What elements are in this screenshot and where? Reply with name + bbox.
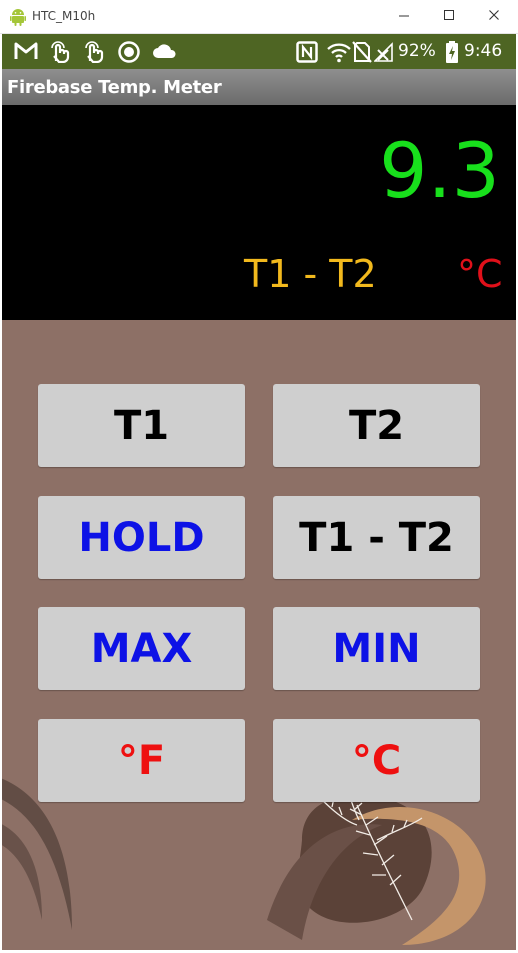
min-button[interactable]: MIN <box>273 607 480 690</box>
nfc-icon <box>296 41 318 68</box>
minimize-icon <box>399 15 409 17</box>
minimize-button[interactable] <box>389 4 419 28</box>
no-signal-icon <box>373 41 394 68</box>
battery-charging-icon <box>445 41 459 68</box>
touch-icon <box>48 41 72 68</box>
touch-icon <box>82 41 106 68</box>
clock: 9:46 <box>464 41 503 61</box>
android-icon <box>10 8 26 26</box>
temperature-reading: 9.3 <box>379 126 500 215</box>
window-title: HTC_M10h <box>32 9 96 23</box>
window-title-bar: HTC_M10h <box>0 0 518 34</box>
t1-minus-t2-button[interactable]: T1 - T2 <box>273 496 480 579</box>
app-title: Firebase Temp. Meter <box>7 77 222 98</box>
wifi-icon <box>326 41 352 68</box>
temperature-unit: °C <box>457 252 503 296</box>
status-bar: 92% 9:46 <box>2 34 516 69</box>
record-icon <box>118 41 140 68</box>
device-screen: 92% 9:46 Firebase Temp. Meter 9.3 T1 - T… <box>2 34 516 950</box>
measurement-mode: T1 - T2 <box>244 252 377 296</box>
t1-button[interactable]: T1 <box>38 384 245 467</box>
close-button[interactable] <box>479 4 509 28</box>
t2-button[interactable]: T2 <box>273 384 480 467</box>
hold-button[interactable]: HOLD <box>38 496 245 579</box>
temperature-display: 9.3 T1 - T2 °C <box>2 105 516 320</box>
close-icon <box>489 10 499 20</box>
maximize-icon <box>444 10 454 20</box>
max-button[interactable]: MAX <box>38 607 245 690</box>
maximize-button[interactable] <box>434 4 464 28</box>
app-bar: Firebase Temp. Meter <box>2 69 516 105</box>
gmail-icon <box>14 41 38 66</box>
no-sim-icon <box>352 41 372 68</box>
fahrenheit-button[interactable]: °F <box>38 719 245 802</box>
control-panel: T1 T2 HOLD T1 - T2 MAX MIN °F °C <box>2 320 516 950</box>
battery-percentage: 92% <box>398 41 436 61</box>
cloud-icon <box>152 41 178 66</box>
celsius-button[interactable]: °C <box>273 719 480 802</box>
